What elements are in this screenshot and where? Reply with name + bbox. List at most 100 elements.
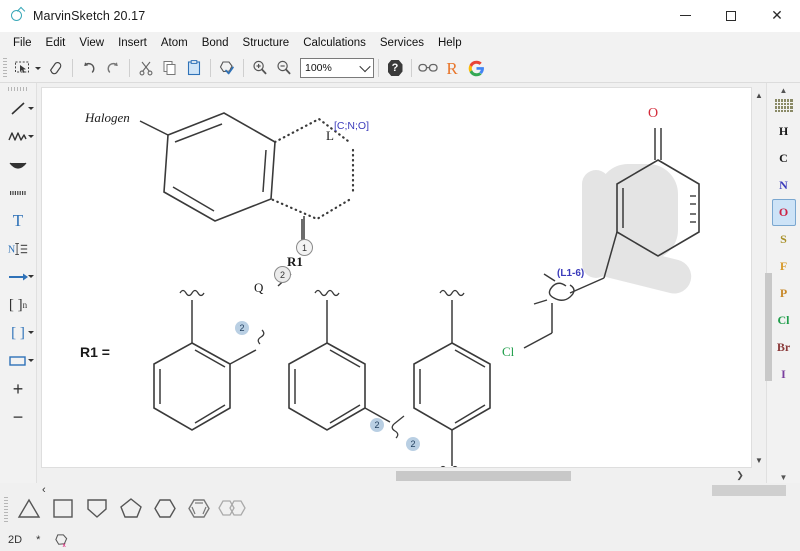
undo-button[interactable] [77, 56, 101, 80]
zoom-level-combobox[interactable]: 100% [300, 58, 374, 78]
toolbar-separator-6 [411, 59, 412, 77]
template-scroll-thumb[interactable] [712, 485, 786, 496]
menu-bond[interactable]: Bond [195, 35, 236, 51]
scroll-up-icon[interactable]: ▲ [753, 89, 765, 101]
eraser-icon [49, 62, 62, 75]
maximize-button[interactable] [708, 0, 754, 31]
cut-button[interactable] [134, 56, 158, 80]
toolbar-grip[interactable] [3, 58, 7, 78]
paste-button[interactable] [182, 56, 206, 80]
element-Br[interactable]: Br [772, 334, 796, 361]
reaxys-button[interactable]: R [440, 56, 464, 80]
element-N[interactable]: N [772, 172, 796, 199]
redo-button[interactable] [101, 56, 125, 80]
element-C[interactable]: C [772, 145, 796, 172]
element-S[interactable]: S [772, 226, 796, 253]
zoom-out-button[interactable] [272, 56, 296, 80]
horizontal-scroll-thumb[interactable] [396, 471, 571, 481]
select-dropdown-caret[interactable] [35, 66, 41, 70]
flask-icon [9, 8, 25, 24]
left-toolbar-grip[interactable] [8, 87, 28, 91]
scroll-down-icon[interactable]: ▼ [753, 454, 765, 466]
structure-checker-button[interactable] [215, 56, 239, 80]
elements-scroll-down-button[interactable]: ▼ [774, 472, 794, 483]
menu-insert[interactable]: Insert [111, 35, 154, 51]
menu-view[interactable]: View [72, 35, 111, 51]
naphthalene-template[interactable] [216, 491, 250, 525]
r-group-title: R1 = [80, 344, 110, 360]
reaction-arrow-tool[interactable] [0, 263, 36, 291]
element-H[interactable]: H [772, 118, 796, 145]
copy-button[interactable] [158, 56, 182, 80]
google-button[interactable] [464, 56, 488, 80]
menu-structure[interactable]: Structure [236, 35, 297, 51]
zoom-in-button[interactable] [248, 56, 272, 80]
glasses-button[interactable] [416, 56, 440, 80]
help-button[interactable]: ? [383, 56, 407, 80]
template-toolbar-grip[interactable] [4, 497, 8, 523]
charge-minus-tool[interactable]: − [0, 403, 36, 431]
elements-scroll-thumb[interactable] [765, 273, 772, 381]
periodic-elements-sidebar: ▲ H C N O S F P Cl Br I ▼ [765, 83, 800, 483]
rectangle-select-button[interactable] [10, 56, 34, 80]
link-node-label: (L1-6) [557, 268, 585, 279]
menu-services[interactable]: Services [373, 35, 431, 51]
vertical-scrollbar[interactable]: ▲ ▼ [752, 87, 766, 468]
google-icon [468, 60, 484, 76]
rectangle-select-icon [15, 61, 29, 73]
bracket-tool[interactable]: [ ] [0, 319, 36, 347]
menu-edit[interactable]: Edit [39, 35, 73, 51]
rectangle-icon [9, 356, 26, 366]
zoom-dropdown-button[interactable] [357, 60, 373, 73]
element-Cl[interactable]: Cl [772, 307, 796, 334]
undo-icon [84, 62, 95, 73]
horizontal-scrollbar[interactable]: ❯ [41, 468, 766, 483]
menu-file[interactable]: File [6, 35, 39, 51]
eraser-button[interactable] [44, 56, 68, 80]
periodic-table-icon[interactable] [774, 99, 793, 112]
arc-tool[interactable] [0, 151, 36, 179]
benzene-template[interactable] [182, 491, 216, 525]
single-bond-tool[interactable] [0, 95, 36, 123]
structure-checker-status[interactable]: x [54, 533, 69, 548]
dotted-bond-tool[interactable] [0, 179, 36, 207]
elements-scroll-up-button[interactable]: ▲ [774, 85, 794, 96]
text-tool[interactable]: T [0, 207, 36, 235]
square-template[interactable] [46, 491, 80, 525]
para-phenyl-member [413, 289, 491, 467]
repeating-unit-tool[interactable]: [ ] n [0, 291, 36, 319]
zoom-level-value: 100% [305, 62, 332, 74]
arrow-dropdown-caret[interactable] [28, 275, 34, 278]
pentagon-template[interactable] [114, 491, 148, 525]
element-F[interactable]: F [772, 253, 796, 280]
chirality-indicator[interactable]: * [36, 534, 40, 546]
close-button[interactable]: ✕ [754, 0, 800, 31]
dimension-indicator[interactable]: 2D [8, 534, 22, 546]
triangle-template[interactable] [12, 491, 46, 525]
atom-label-tool[interactable]: N [0, 235, 36, 263]
scroll-right-icon[interactable]: ❯ [734, 469, 746, 481]
element-P[interactable]: P [772, 280, 796, 307]
selection-highlight [582, 164, 692, 294]
chain-tool[interactable] [0, 123, 36, 151]
charge-plus-tool[interactable]: + [0, 375, 36, 403]
molecule-canvas[interactable]: Halogen L [C;N;O] 1 R1 2 Q R1 = 2 2 2 O … [41, 87, 752, 468]
chain-dropdown-caret[interactable] [28, 135, 34, 138]
single-bond-dropdown-caret[interactable] [28, 107, 34, 110]
menu-help[interactable]: Help [431, 35, 469, 51]
drawing-tools-sidebar: T N [] n [] + − [0, 83, 37, 483]
element-O[interactable]: O [771, 199, 796, 226]
ortho-map-badge: 2 [235, 321, 249, 335]
home-template[interactable] [80, 491, 114, 525]
hexagon-template[interactable] [148, 491, 182, 525]
rectangle-tool[interactable] [0, 347, 36, 375]
element-I[interactable]: I [772, 361, 796, 388]
oxygen-atom-label: O [648, 106, 659, 121]
rectangle-dropdown-caret[interactable] [28, 359, 34, 362]
bracket-dropdown-caret[interactable] [28, 331, 34, 334]
menu-atom[interactable]: Atom [154, 35, 195, 51]
menu-calculations[interactable]: Calculations [296, 35, 373, 51]
linker-atom-label: L [326, 128, 334, 143]
minimize-button[interactable] [662, 0, 708, 31]
template-prev-button[interactable]: ‹ [42, 484, 46, 496]
